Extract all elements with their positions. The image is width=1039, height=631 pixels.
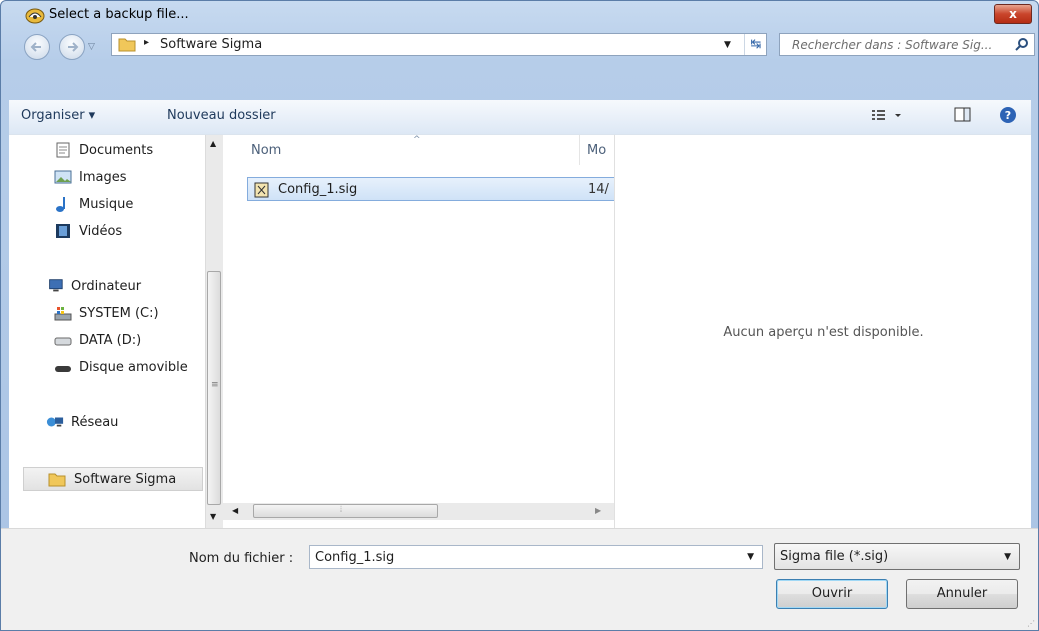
nav-item-software-sigma[interactable]: Software Sigma — [23, 467, 203, 491]
close-button[interactable]: x — [994, 4, 1032, 24]
filename-input[interactable]: Config_1.sig ▼ — [309, 545, 763, 569]
nav-item-music[interactable]: Musique — [9, 193, 205, 217]
app-logo-icon — [25, 8, 45, 24]
computer-icon — [49, 279, 63, 292]
nav-item-label: Réseau — [71, 415, 119, 430]
title-bar[interactable]: Select a backup file... x — [1, 1, 1038, 29]
nav-item-label: SYSTEM (C:) — [79, 306, 159, 321]
grip-icon: ⦙ — [340, 505, 343, 515]
filename-label: Nom du fichier : — [189, 551, 294, 566]
nav-item-label: Vidéos — [79, 224, 123, 239]
nav-item-label: Musique — [79, 197, 134, 212]
music-icon — [56, 197, 65, 212]
nav-item-label: Disque amovible — [79, 360, 188, 375]
nav-item-label: Images — [79, 170, 127, 185]
nav-item-images[interactable]: Images — [9, 166, 205, 190]
drive-icon — [54, 337, 72, 346]
back-button[interactable] — [24, 34, 50, 60]
search-input[interactable]: Rechercher dans : Software Sig... — [779, 33, 1035, 56]
back-arrow-icon — [30, 42, 41, 52]
forward-button[interactable] — [59, 34, 85, 60]
nav-item-data-drive[interactable]: DATA (D:) — [9, 329, 205, 353]
nav-scrollbar-thumb[interactable]: ≡ — [207, 271, 221, 505]
navigation-pane: Documents Images Musique Vidéos Ordinate… — [9, 135, 205, 513]
nav-item-label: DATA (D:) — [79, 333, 142, 348]
file-name: Config_1.sig — [278, 182, 358, 197]
nav-item-label: Documents — [79, 143, 154, 158]
file-type-value: Sigma file (*.sig) — [780, 549, 889, 564]
open-button[interactable]: Ouvrir — [776, 579, 888, 609]
network-icon — [46, 417, 64, 427]
cancel-button[interactable]: Annuler — [906, 579, 1018, 609]
filename-dropdown-icon[interactable]: ▼ — [747, 552, 754, 562]
breadcrumb-separator[interactable]: ▸ — [144, 37, 149, 48]
videos-icon — [56, 224, 70, 238]
column-header-name[interactable]: Nom — [251, 143, 281, 158]
nav-item-computer[interactable]: Ordinateur — [9, 275, 205, 299]
column-header-modified[interactable]: Mo — [587, 143, 606, 158]
filename-value: Config_1.sig — [315, 550, 395, 565]
scroll-down-icon[interactable]: ▼ — [210, 512, 216, 521]
forward-arrow-icon — [68, 42, 79, 52]
recent-locations-dropdown[interactable]: ▽ — [88, 42, 95, 52]
help-icon[interactable]: ? — [999, 106, 1017, 128]
new-folder-button[interactable]: Nouveau dossier — [167, 108, 276, 123]
documents-icon — [56, 142, 70, 158]
system-drive-icon — [54, 307, 72, 321]
sig-file-icon — [254, 182, 269, 198]
nav-item-system-drive[interactable]: SYSTEM (C:) — [9, 302, 205, 326]
search-icon[interactable] — [1015, 37, 1029, 51]
dialog-content: Documents Images Musique Vidéos Ordinate… — [9, 134, 1031, 528]
resize-grip-icon[interactable]: ⋰ — [1027, 619, 1035, 628]
nav-item-label: Software Sigma — [74, 472, 177, 487]
folder-icon — [118, 38, 136, 52]
file-type-select[interactable]: Sigma file (*.sig) ▼ — [774, 543, 1020, 570]
window-title: Select a backup file... — [49, 7, 189, 22]
dialog-footer: Nom du fichier : Config_1.sig ▼ Sigma fi… — [1, 528, 1038, 630]
address-dropdown-icon[interactable]: ▼ — [724, 40, 731, 50]
refresh-icon[interactable]: ↹ — [744, 34, 767, 55]
nav-scrollbar[interactable]: ▲ ≡ ▼ — [205, 135, 223, 528]
chevron-down-icon[interactable]: ▼ — [1004, 552, 1011, 562]
file-list-scrollbar[interactable]: ◀ ⦙ ▶ — [223, 503, 614, 520]
address-bar[interactable]: ▸ Software Sigma ▼ ↹ — [111, 33, 767, 56]
folder-icon — [48, 473, 66, 487]
scroll-left-icon[interactable]: ◀ — [232, 506, 238, 515]
nav-item-removable-drive[interactable]: Disque amovible — [9, 356, 205, 380]
scroll-right-icon[interactable]: ▶ — [595, 506, 601, 515]
nav-item-videos[interactable]: Vidéos — [9, 220, 205, 244]
preview-pane-icon[interactable] — [953, 106, 973, 128]
svg-text:?: ? — [1005, 109, 1011, 122]
breadcrumb-current[interactable]: Software Sigma — [160, 37, 262, 52]
column-divider[interactable] — [579, 135, 580, 165]
nav-item-label: Ordinateur — [71, 279, 142, 294]
nav-item-network[interactable]: Réseau — [9, 411, 205, 435]
removable-drive-icon — [55, 366, 71, 372]
file-dialog-window: Select a backup file... x ▽ ▸ Software S… — [0, 0, 1039, 631]
sort-ascending-icon: ^ — [413, 135, 421, 145]
file-list: ^ Nom Mo Config_1.sig 14/ — [223, 135, 614, 513]
images-icon — [54, 170, 72, 184]
organise-menu[interactable]: Organiser ▾ — [21, 108, 95, 123]
view-options-icon[interactable] — [871, 106, 903, 128]
file-row[interactable]: Config_1.sig 14/ — [247, 177, 614, 201]
preview-pane: Aucun aperçu n'est disponible. — [614, 135, 1032, 528]
grip-icon: ≡ — [211, 380, 219, 390]
search-placeholder: Rechercher dans : Software Sig... — [792, 38, 993, 52]
nav-item-documents[interactable]: Documents — [9, 139, 205, 163]
scroll-up-icon[interactable]: ▲ — [210, 139, 216, 148]
command-bar: Organiser ▾ Nouveau dossier ? — [9, 100, 1031, 135]
no-preview-message: Aucun aperçu n'est disponible. — [723, 325, 924, 340]
file-modified: 14/ — [588, 182, 609, 197]
file-list-scrollbar-thumb[interactable]: ⦙ — [253, 504, 438, 518]
